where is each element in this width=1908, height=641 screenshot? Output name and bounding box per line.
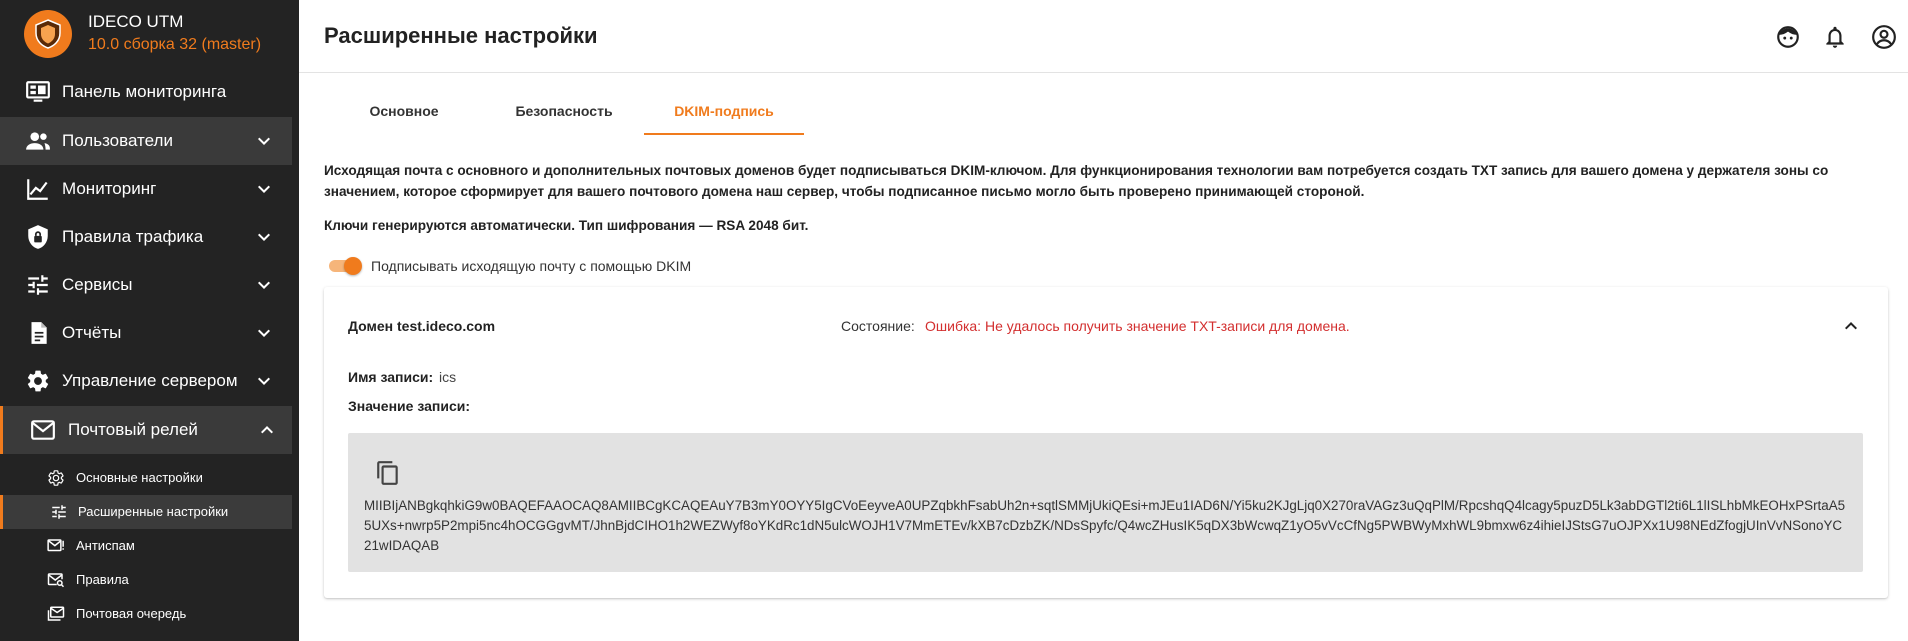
tab-basic[interactable]: Основное <box>324 73 484 135</box>
record-value-text: MIIBIjANBgkqhkiG9w0BAQEFAAOCAQ8AMIIBCgKC… <box>364 498 1846 553</box>
sidebar-subitem-label: Расширенные настройки <box>78 504 229 519</box>
sidebar-subitem-basic-settings[interactable]: Основные настройки <box>0 461 292 495</box>
sidebar-subitem-label: Основные настройки <box>76 470 203 485</box>
mail-queue-icon <box>47 606 65 621</box>
sidebar-subitem-antispam[interactable]: Антиспам <box>0 529 292 563</box>
toggle-thumb <box>344 257 362 275</box>
sidebar-item-users[interactable]: Пользователи <box>0 117 292 165</box>
chart-line-icon <box>27 179 48 200</box>
sidebar-item-label: Панель мониторинга <box>62 82 227 101</box>
dkim-toggle-label[interactable]: Подписывать исходящую почту с помощью DK… <box>371 258 691 274</box>
chevron-down-icon <box>258 233 270 241</box>
app-header: IDECO UTM 10.0 сборка 32 (master) <box>0 0 299 68</box>
status-label: Состояние: <box>841 318 915 334</box>
sidebar-subitem-rules[interactable]: Правила <box>0 563 292 597</box>
chevron-up-icon <box>261 426 273 434</box>
account-icon[interactable] <box>1871 24 1897 50</box>
tune-icon <box>28 275 48 295</box>
app-version: 10.0 сборка 32 (master) <box>88 36 262 53</box>
support-icon[interactable] <box>1775 24 1801 50</box>
sidebar-item-label: Правила трафика <box>62 227 204 246</box>
gear-icon <box>27 370 49 392</box>
record-value-label: Значение записи: <box>348 398 470 414</box>
sidebar-item-monitoring[interactable]: Мониторинг <box>0 165 292 213</box>
bell-icon[interactable] <box>1822 24 1848 50</box>
users-icon <box>26 132 50 150</box>
sidebar-item-label: Мониторинг <box>62 179 157 198</box>
chevron-up-icon[interactable] <box>1839 314 1863 338</box>
chevron-down-icon <box>258 185 270 193</box>
sidebar-item-label: Отчёты <box>62 323 122 342</box>
chevron-down-icon <box>258 329 270 337</box>
app-title: IDECO UTM <box>88 12 184 31</box>
status-error-text: Ошибка: Не удалось получить значение TXT… <box>925 318 1350 334</box>
sidebar-subitem-label: Антиспам <box>76 538 135 553</box>
sidebar-subitem-mail-queue[interactable]: Почтовая очередь <box>0 597 292 631</box>
record-name-label: Имя записи: <box>348 369 434 385</box>
tab-security[interactable]: Безопасность <box>484 73 644 135</box>
tune-icon <box>52 505 66 519</box>
mail-search-icon <box>47 573 65 588</box>
sidebar-subitem-advanced-settings[interactable]: Расширенные настройки <box>0 495 292 529</box>
mail-alert-icon <box>47 539 64 552</box>
sidebar-item-monitoring-panel[interactable]: Панель мониторинга <box>0 68 292 116</box>
sidebar-subitem-label: Почтовая очередь <box>76 606 187 621</box>
sidebar-item-label: Управление сервером <box>62 371 238 390</box>
copy-icon[interactable] <box>375 460 401 486</box>
shield-logo-icon <box>24 10 72 58</box>
sidebar: IDECO UTM 10.0 сборка 32 (master) Панель… <box>0 0 299 641</box>
shield-lock-icon <box>28 225 48 249</box>
keys-note: Ключи генерируются автоматически. Тип ши… <box>324 218 809 233</box>
report-icon <box>31 322 47 344</box>
page-title: Расширенные настройки <box>324 23 598 48</box>
sidebar-item-reports[interactable]: Отчёты <box>0 309 292 357</box>
dkim-description: Исходящая почта с основного и дополнител… <box>324 163 1829 199</box>
record-value-box: MIIBIjANBgkqhkiG9w0BAQEFAAOCAQ8AMIIBCgKC… <box>348 433 1863 572</box>
sidebar-item-label: Пользователи <box>62 131 173 150</box>
main-content: Расширенные настройки Основное Безопасно… <box>299 0 1908 641</box>
dkim-toggle[interactable] <box>329 257 362 275</box>
sidebar-item-mail-relay[interactable]: Почтовый релей <box>0 406 292 454</box>
sidebar-item-label: Почтовый релей <box>68 420 198 439</box>
sidebar-item-server-management[interactable]: Управление сервером <box>0 357 292 405</box>
sidebar-item-traffic-rules[interactable]: Правила трафика <box>0 213 292 261</box>
sidebar-item-services[interactable]: Сервисы <box>0 261 292 309</box>
chevron-down-icon <box>258 377 270 385</box>
chevron-down-icon <box>258 281 270 289</box>
record-name-value: ics <box>439 369 457 385</box>
tab-dkim[interactable]: DKIM-подпись <box>644 73 804 135</box>
chevron-down-icon <box>258 137 270 145</box>
cog-icon <box>48 470 64 486</box>
domain-title: Домен test.ideco.com <box>348 318 496 334</box>
monitor-dashboard-icon <box>26 81 50 102</box>
sidebar-item-label: Сервисы <box>62 275 133 294</box>
sidebar-subitem-label: Правила <box>76 572 129 587</box>
top-bar: Расширенные настройки <box>299 0 1908 73</box>
mail-icon <box>31 420 55 440</box>
domain-card: Домен test.ideco.com Состояние: Ошибка: … <box>324 287 1888 598</box>
tab-bar: Основное Безопасность DKIM-подпись <box>324 73 804 135</box>
